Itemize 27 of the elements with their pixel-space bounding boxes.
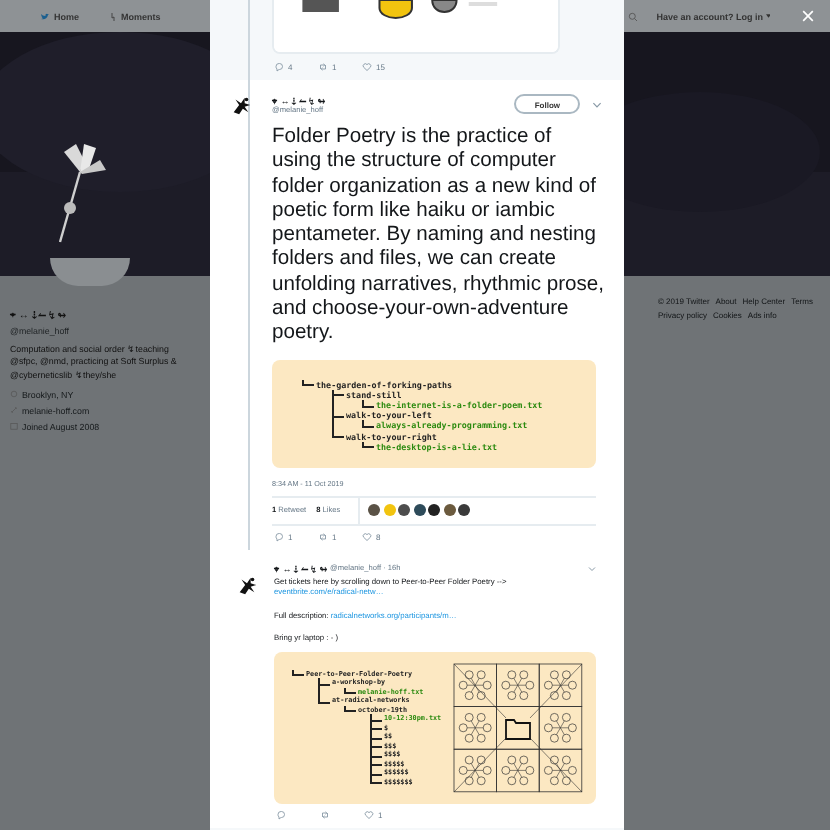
retweet-icon[interactable] xyxy=(318,532,328,543)
liker-avatar[interactable] xyxy=(443,504,456,517)
avatar-icon xyxy=(236,573,258,596)
reply-icon[interactable] xyxy=(274,61,284,71)
retweet-icon[interactable] xyxy=(318,61,328,71)
liker-avatar[interactable] xyxy=(368,504,381,517)
liker-avatar[interactable] xyxy=(458,504,471,517)
profile-avatar xyxy=(50,258,130,286)
reply-icon[interactable] xyxy=(276,810,286,821)
heart-icon[interactable] xyxy=(364,810,374,821)
close-icon[interactable] xyxy=(802,10,814,22)
liker-avatar[interactable] xyxy=(428,504,441,517)
bird-icon xyxy=(40,11,50,21)
reply-icon[interactable] xyxy=(274,532,284,543)
heart-icon[interactable] xyxy=(362,61,372,71)
search-icon[interactable] xyxy=(628,11,639,21)
liker-avatar[interactable] xyxy=(413,504,426,517)
tweet-text: Folder Poetry is the practice of using the structure of computer folder organization as a new kind of poetic form like haiku or iambic pentameter. By naming and nesting folders and files, we can create unfolding narratives, rhythmic prose, and choose-your-own-adventure poetry. xyxy=(272,126,604,348)
retweet-icon[interactable] xyxy=(320,810,330,821)
chevron-icon[interactable] xyxy=(592,101,602,107)
lightning-icon xyxy=(107,11,118,21)
chevron-icon[interactable] xyxy=(588,565,596,572)
avatar-icon xyxy=(230,93,252,115)
folder-network-drawing xyxy=(452,661,584,794)
caret-icon xyxy=(765,14,770,18)
heart-icon[interactable] xyxy=(362,532,372,543)
liker-avatar[interactable] xyxy=(398,504,411,517)
